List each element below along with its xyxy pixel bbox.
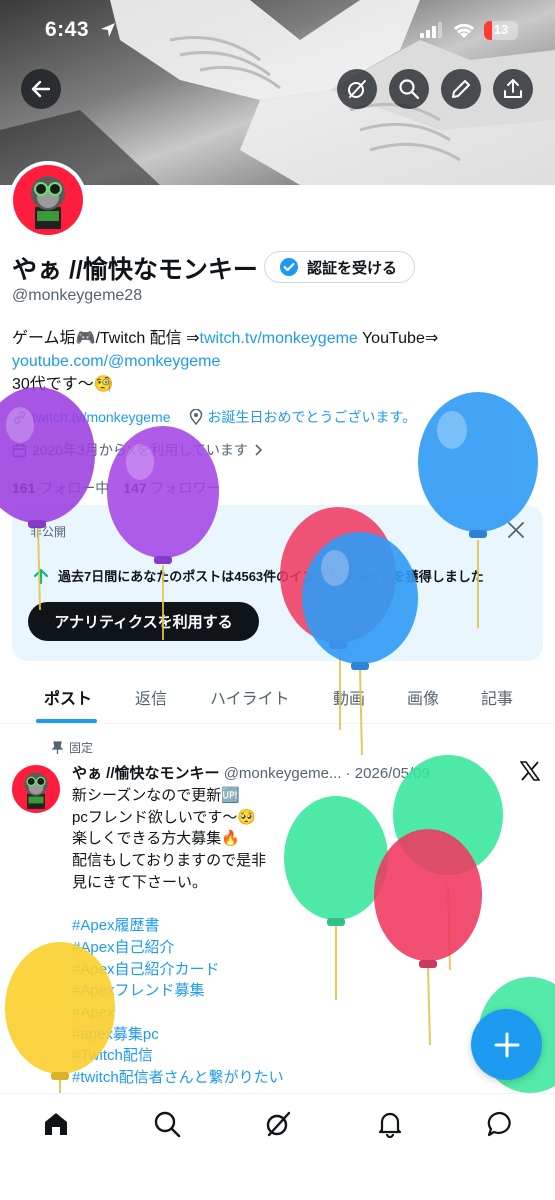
joined-date[interactable]: 2020年3月からXを利用しています bbox=[12, 440, 263, 460]
get-verified-label: 認証を受ける bbox=[307, 259, 398, 277]
hashtag-link[interactable]: #Apex自己紹介カード bbox=[72, 959, 284, 981]
location-arrow-icon bbox=[101, 23, 115, 37]
active-tab-indicator bbox=[36, 719, 97, 723]
arrow-left-icon bbox=[31, 80, 51, 98]
bio-age: 30代です〜🧐 bbox=[12, 376, 114, 393]
share-button[interactable] bbox=[493, 69, 533, 109]
bio-twitch-link[interactable]: twitch.tv/monkeygeme bbox=[200, 330, 358, 347]
share-icon bbox=[504, 79, 522, 98]
battery-indicator: 13 bbox=[484, 21, 518, 40]
post-line: 楽しくできる方大募集🔥 bbox=[72, 830, 240, 848]
post-body[interactable]: 新シーズンなので更新🆙 pcフレンド欲しいです〜🥺 楽しくできる方大募集🔥 配信… bbox=[72, 785, 284, 1089]
profile-meta: twitch.tv/monkeygeme お誕生日おめでとうございます。 bbox=[12, 407, 416, 427]
compose-post-button[interactable] bbox=[471, 1009, 542, 1080]
clock: 6:43 bbox=[45, 18, 90, 41]
profile-bio: ゲーム垢🎮/Twitch 配信 ⇒twitch.tv/monkeygeme Yo… bbox=[12, 327, 547, 396]
hashtag-link[interactable]: #Apex履歴書 bbox=[72, 915, 284, 937]
hashtag-link[interactable]: #Apex自己紹介 bbox=[72, 937, 284, 959]
hashtag-link[interactable]: #Twitch配信 bbox=[72, 1045, 284, 1067]
profile-tabs: ポスト 返信 ハイライト 動画 画像 記事 bbox=[0, 670, 555, 724]
chevron-right-icon bbox=[255, 444, 262, 456]
tab-replies[interactable]: 返信 bbox=[135, 685, 167, 709]
search-button[interactable] bbox=[389, 69, 429, 109]
hashtag-link[interactable]: #Apex bbox=[72, 1002, 284, 1024]
followers-stat[interactable]: 147 フォロワー bbox=[123, 478, 220, 498]
tab-articles[interactable]: 記事 bbox=[481, 685, 513, 709]
tab-highlights[interactable]: ハイライト bbox=[210, 685, 290, 709]
profile-name: やぁ //愉快なモンキー bbox=[12, 256, 258, 284]
pencil-icon bbox=[452, 80, 470, 98]
website-link[interactable]: twitch.tv/monkeygeme bbox=[32, 409, 171, 425]
status-bar: 6:43 13 bbox=[0, 0, 555, 62]
back-button[interactable] bbox=[21, 69, 61, 109]
balloon-green-center bbox=[284, 796, 388, 1000]
joined-label: 2020年3月からXを利用しています bbox=[32, 442, 248, 458]
plus-icon bbox=[494, 1032, 519, 1057]
followers-label: フォロワー bbox=[150, 480, 221, 496]
tab-videos[interactable]: 動画 bbox=[333, 685, 365, 709]
following-label: フォロー中 bbox=[39, 480, 110, 496]
link-icon bbox=[13, 410, 26, 424]
balloon-green-top-right bbox=[393, 755, 503, 971]
pinned-indicator: 固定 bbox=[52, 739, 93, 756]
birthday-text: お誕生日おめでとうございます。 bbox=[207, 409, 417, 425]
impressions-text: 過去7日間にあなたのポストは4563件のインプレッションを獲得しました bbox=[58, 569, 484, 584]
bottom-navigation bbox=[0, 1093, 555, 1200]
pinned-label: 固定 bbox=[69, 741, 94, 755]
get-verified-button[interactable]: 認証を受ける bbox=[264, 251, 415, 283]
search-icon[interactable] bbox=[153, 1110, 181, 1138]
verified-badge-icon bbox=[280, 258, 298, 276]
post-header: やぁ //愉快なモンキー @monkeygeme... · 2026/05/09 bbox=[72, 762, 430, 783]
tab-media[interactable]: 画像 bbox=[407, 685, 439, 709]
bio-text-youtube: YouTube⇒ bbox=[357, 330, 439, 347]
tab-posts[interactable]: ポスト bbox=[44, 685, 92, 709]
search-icon bbox=[399, 79, 420, 100]
bell-icon[interactable] bbox=[376, 1110, 404, 1138]
hashtag-link[interactable]: #twitch配信者さんと繋がりたい bbox=[72, 1067, 284, 1089]
grok-icon bbox=[348, 80, 366, 98]
balloon-red-right bbox=[374, 829, 482, 1046]
follow-stats: 161 フォロー中 147 フォロワー bbox=[12, 478, 221, 498]
analytics-card: 非公開 過去7日間にあなたのポストは4563件のインプレッションを獲得しました … bbox=[12, 505, 543, 661]
hashtag-link[interactable]: #Apexフレンド募集 bbox=[72, 980, 284, 1002]
hashtag-link[interactable]: #apex募集pc bbox=[72, 1024, 284, 1046]
home-icon[interactable] bbox=[42, 1110, 70, 1138]
grok-button[interactable] bbox=[337, 69, 377, 109]
battery-level: 13 bbox=[493, 22, 509, 37]
followers-count: 147 bbox=[123, 480, 147, 496]
post-line: 配信もしておりますので是非 bbox=[72, 852, 267, 870]
post-line: pcフレンド欲しいです〜🥺 bbox=[72, 808, 257, 826]
pin-icon bbox=[52, 741, 63, 754]
grok-icon[interactable] bbox=[264, 1110, 292, 1138]
private-label: 非公開 bbox=[30, 525, 67, 539]
location-pin-icon bbox=[189, 409, 202, 425]
post-handle-date: @monkeygeme... · 2026/05/09 bbox=[223, 765, 430, 782]
bio-text: ゲーム垢🎮/Twitch 配信 ⇒ bbox=[12, 330, 200, 347]
post-avatar[interactable] bbox=[12, 765, 60, 813]
bio-youtube-link[interactable]: youtube.com/@monkeygeme bbox=[12, 353, 220, 370]
edit-button[interactable] bbox=[441, 69, 481, 109]
following-count: 161 bbox=[12, 480, 36, 496]
message-icon[interactable] bbox=[486, 1110, 514, 1138]
following-stat[interactable]: 161 フォロー中 bbox=[12, 478, 109, 498]
x-logo-icon bbox=[520, 761, 540, 781]
birthday-item: お誕生日おめでとうございます。 bbox=[189, 407, 417, 427]
use-analytics-button[interactable]: アナリティクスを利用する bbox=[28, 602, 259, 641]
post-author-name[interactable]: やぁ //愉快なモンキー bbox=[72, 765, 220, 782]
profile-handle: @monkeygeme28 bbox=[12, 287, 143, 304]
calendar-icon bbox=[12, 443, 27, 457]
website-item[interactable]: twitch.tv/monkeygeme bbox=[12, 407, 171, 427]
profile-avatar[interactable] bbox=[9, 161, 87, 239]
impressions-summary: 過去7日間にあなたのポストは4563件のインプレッションを獲得しました bbox=[32, 566, 484, 585]
trend-up-arrow-icon bbox=[33, 568, 49, 584]
post-line: 新シーズンなので更新🆙 bbox=[72, 787, 240, 804]
wifi-icon bbox=[453, 23, 475, 38]
monkey-avatar-image bbox=[13, 165, 83, 235]
cellular-signal-icon bbox=[420, 22, 442, 38]
close-icon[interactable] bbox=[507, 521, 525, 539]
post-line: 見にきて下さーい。 bbox=[72, 873, 208, 891]
